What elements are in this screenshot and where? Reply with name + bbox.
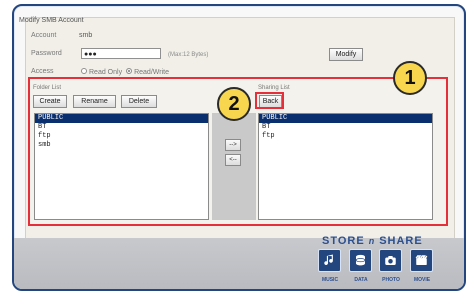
sharing-listbox[interactable]: PUBLIC BT ftp bbox=[258, 113, 433, 220]
password-field[interactable]: ●●● bbox=[81, 48, 161, 59]
transfer-column bbox=[212, 113, 256, 220]
callout-badge-2: 2 bbox=[217, 87, 251, 121]
folder-listbox[interactable]: PUBLIC BT ftp smb bbox=[34, 113, 209, 220]
folder-item[interactable]: PUBLIC bbox=[35, 114, 208, 123]
brand-wordmark: STORE n SHARE bbox=[322, 235, 423, 247]
modify-button[interactable]: Modify bbox=[329, 48, 363, 61]
remove-from-sharing-button[interactable]: <-- bbox=[225, 154, 241, 166]
add-to-sharing-button[interactable]: --> bbox=[225, 139, 241, 151]
access-read-write-label: Read/Write bbox=[134, 69, 169, 76]
password-hint: (Max:12 Bytes) bbox=[168, 52, 209, 58]
account-label: Account bbox=[31, 32, 57, 39]
create-button[interactable]: Create bbox=[33, 95, 67, 108]
page-title: Modify SMB Account bbox=[19, 17, 84, 24]
password-label: Password bbox=[31, 50, 62, 57]
rename-button[interactable]: Rename bbox=[73, 95, 116, 108]
folder-item[interactable]: smb bbox=[35, 141, 208, 150]
database-icon bbox=[349, 249, 372, 272]
data-label: DATA bbox=[354, 277, 368, 283]
sharing-item[interactable]: ftp bbox=[259, 132, 432, 141]
music-icon bbox=[318, 249, 341, 272]
brand-mid: n bbox=[368, 236, 376, 246]
radio-read-only[interactable] bbox=[81, 68, 87, 74]
brand-store: STORE bbox=[322, 235, 365, 247]
highlight-box-2 bbox=[255, 92, 284, 109]
sharing-item[interactable]: BT bbox=[259, 123, 432, 132]
folder-list-label: Folder List bbox=[33, 85, 62, 91]
photo-label: PHOTO bbox=[382, 277, 400, 283]
movie-label: MOVIE bbox=[413, 277, 431, 283]
film-icon bbox=[410, 249, 433, 272]
radio-read-write[interactable] bbox=[126, 68, 133, 74]
folder-item[interactable]: ftp bbox=[35, 132, 208, 141]
brand-share: SHARE bbox=[379, 235, 423, 247]
access-label: Access bbox=[31, 68, 54, 75]
camera-icon bbox=[379, 249, 402, 272]
callout-badge-1: 1 bbox=[393, 61, 427, 95]
access-read-only[interactable]: Read Only bbox=[81, 68, 122, 76]
sharing-list-label: Sharing List bbox=[258, 85, 290, 91]
music-label: MUSIC bbox=[321, 277, 339, 283]
folder-item[interactable]: BT bbox=[35, 123, 208, 132]
sharing-item[interactable]: PUBLIC bbox=[259, 114, 432, 123]
access-read-only-label: Read Only bbox=[89, 69, 123, 76]
delete-button[interactable]: Delete bbox=[121, 95, 157, 108]
access-read-write[interactable]: Read/Write bbox=[126, 68, 169, 76]
account-value: smb bbox=[79, 32, 93, 39]
access-options: Read Only Read/Write bbox=[81, 68, 169, 76]
